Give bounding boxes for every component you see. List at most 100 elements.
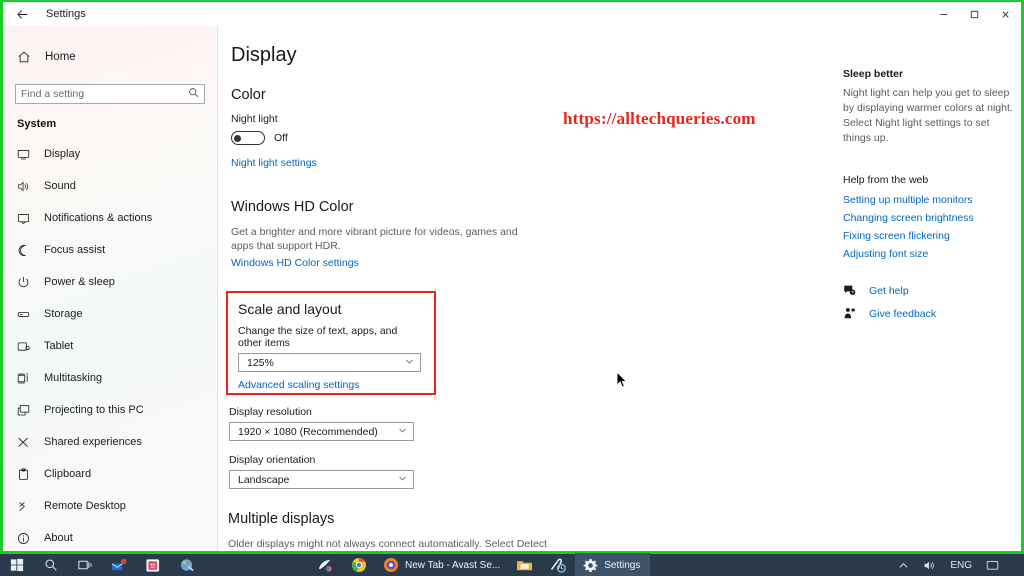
orientation-dropdown[interactable]: Landscape	[229, 470, 414, 489]
window-title: Settings	[46, 8, 86, 20]
multiple-displays-heading: Multiple displays	[228, 511, 335, 527]
sidebar-item-power-sleep[interactable]: Power & sleep	[3, 266, 217, 298]
show-desktop-strip[interactable]	[1006, 553, 1020, 576]
taskbar-avast-browser-button[interactable]: New Tab - Avast Se...	[376, 553, 507, 576]
right-panel: Sleep better Night light can help you ge…	[843, 26, 1018, 551]
taskbar-chrome-button[interactable]	[342, 553, 376, 576]
sidebar-item-focus-assist[interactable]: Focus assist	[3, 234, 217, 266]
tray-action-center-button[interactable]	[979, 553, 1006, 576]
sidebar-item-display[interactable]: Display	[3, 138, 217, 170]
night-light-settings-link[interactable]: Night light settings	[231, 157, 317, 169]
sidebar-item-shared-experiences[interactable]: Shared experiences	[3, 426, 217, 458]
paint-icon	[180, 558, 194, 571]
task-view-icon	[77, 560, 91, 570]
tablet-icon	[17, 340, 37, 353]
chrome-icon	[352, 558, 366, 572]
display-orientation-section: Display orientation Landscape	[229, 454, 414, 489]
multitasking-icon	[17, 372, 37, 385]
scale-layout-heading: Scale and layout	[238, 301, 342, 317]
get-help-label: Get help	[869, 284, 909, 297]
taskbar-avast-button[interactable]	[308, 553, 342, 576]
sidebar-item-label: Storage	[44, 308, 83, 320]
scale-dropdown-value: 125%	[247, 356, 274, 369]
get-help-row[interactable]: Get help	[843, 284, 1018, 297]
main-content: Display Color Night light Off Night ligh…	[219, 26, 839, 551]
share-icon	[17, 436, 37, 449]
sidebar-item-label: Clipboard	[44, 468, 92, 480]
sidebar-item-clipboard[interactable]: Clipboard	[3, 458, 217, 490]
taskbar-settings-button[interactable]: Settings	[575, 552, 651, 576]
sidebar-item-home[interactable]: Home	[3, 42, 217, 72]
mouse-cursor	[616, 370, 628, 389]
avast-browser-icon	[384, 558, 398, 572]
sidebar-item-label: Tablet	[44, 340, 74, 352]
sidebar-item-storage[interactable]: Storage	[3, 298, 217, 330]
multiple-displays-description: Older displays might not always connect …	[228, 538, 548, 550]
taskbar-file-explorer-button[interactable]	[507, 553, 541, 576]
settings-window: Settings Home Find a setting System Disp…	[0, 0, 1024, 551]
home-icon	[17, 50, 39, 64]
tray-language-button[interactable]: ENG	[943, 553, 979, 576]
give-feedback-row[interactable]: Give feedback	[843, 307, 1018, 320]
tray-chevron-button[interactable]	[891, 553, 916, 576]
drive-icon	[17, 308, 37, 321]
help-link[interactable]: Adjusting font size	[843, 248, 1018, 260]
driver-updater-icon	[551, 558, 567, 573]
sidebar-item-about[interactable]: About	[3, 522, 217, 551]
help-link[interactable]: Fixing screen flickering	[843, 230, 1018, 242]
resolution-dropdown[interactable]: 1920 × 1080 (Recommended)	[229, 422, 414, 441]
taskbar-sticky-notes-button[interactable]	[136, 553, 170, 576]
sidebar-item-notifications[interactable]: Notifications & actions	[3, 202, 217, 234]
start-button[interactable]	[0, 553, 34, 576]
sidebar-item-label: Focus assist	[44, 244, 106, 256]
windows-start-icon	[10, 558, 24, 572]
screen: Settings Home Find a setting System Disp…	[0, 0, 1024, 576]
sidebar-home-label: Home	[45, 51, 76, 63]
search-input[interactable]	[21, 88, 188, 100]
system-tray: ENG	[891, 553, 1024, 576]
taskbar-paint-button[interactable]	[170, 553, 204, 576]
search-icon	[188, 87, 199, 101]
help-link[interactable]: Changing screen brightness	[843, 212, 1018, 224]
title-bar: Settings	[3, 2, 1021, 26]
scrollbar-thumb[interactable]	[1013, 26, 1016, 176]
scale-and-layout-section: Scale and layout Change the size of text…	[226, 291, 436, 395]
taskbar-mail-button[interactable]	[102, 553, 136, 576]
volume-icon	[924, 561, 935, 569]
display-resolution-section: Display resolution 1920 × 1080 (Recommen…	[229, 406, 414, 441]
sidebar: Home System	[3, 26, 218, 551]
vertical-scrollbar[interactable]	[1012, 26, 1018, 551]
chevron-down-icon	[398, 474, 407, 485]
help-link[interactable]: Setting up multiple monitors	[843, 194, 1018, 206]
minimize-button[interactable]	[928, 2, 959, 26]
sticky-notes-icon	[146, 558, 160, 572]
taskbar-search-button[interactable]	[34, 553, 68, 576]
sidebar-item-projecting[interactable]: Projecting to this PC	[3, 394, 217, 426]
scale-dropdown[interactable]: 125%	[238, 353, 421, 372]
hd-color-settings-link[interactable]: Windows HD Color settings	[231, 257, 359, 269]
back-button[interactable]	[3, 2, 41, 26]
sidebar-item-tablet[interactable]: Tablet	[3, 330, 217, 362]
back-arrow-icon	[16, 9, 27, 19]
maximize-button[interactable]	[959, 2, 990, 26]
chevron-down-icon	[405, 357, 414, 368]
close-button[interactable]	[990, 2, 1021, 26]
resolution-label: Display resolution	[229, 406, 312, 418]
power-icon	[17, 276, 37, 289]
sidebar-item-label: Notifications & actions	[44, 212, 153, 224]
sidebar-item-remote-desktop[interactable]: Remote Desktop	[3, 490, 217, 522]
clipboard-icon	[17, 467, 37, 481]
advanced-scaling-link[interactable]: Advanced scaling settings	[238, 379, 359, 391]
sidebar-item-sound[interactable]: Sound	[3, 170, 217, 202]
search-box[interactable]	[15, 84, 205, 104]
night-light-toggle[interactable]	[231, 131, 265, 145]
window-controls	[928, 2, 1021, 26]
hd-color-heading: Windows HD Color	[231, 199, 354, 215]
tray-volume-button[interactable]	[916, 553, 943, 576]
avast-icon	[318, 559, 332, 572]
sidebar-item-label: Multitasking	[44, 372, 103, 384]
sidebar-item-multitasking[interactable]: Multitasking	[3, 362, 217, 394]
taskbar-driver-updater-button[interactable]	[541, 553, 575, 576]
task-view-button[interactable]	[68, 553, 102, 576]
tip-heading: Sleep better	[843, 68, 904, 80]
